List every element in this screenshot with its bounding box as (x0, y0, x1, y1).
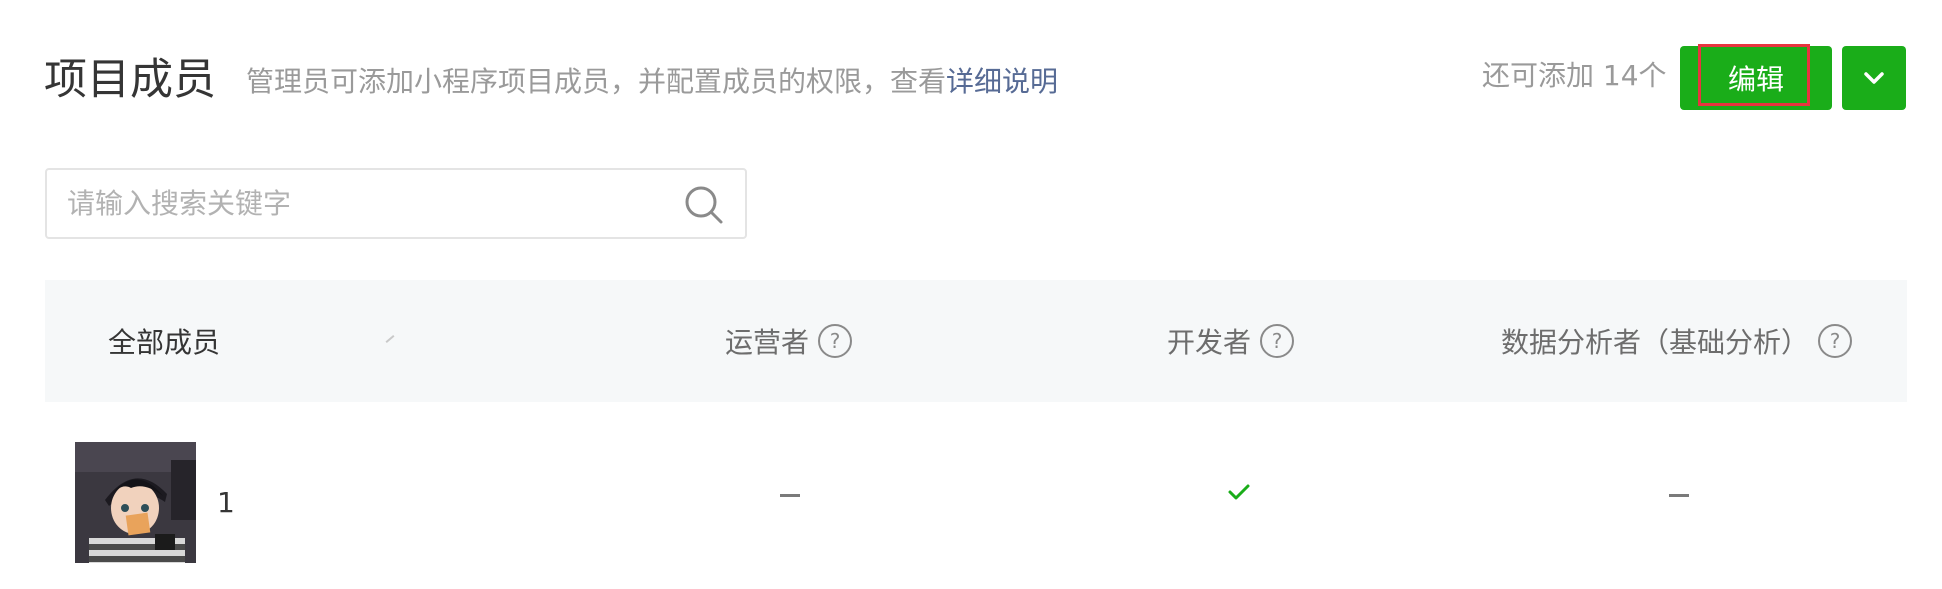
operator-dash (780, 494, 800, 497)
svg-text:?: ? (1830, 329, 1841, 353)
help-icon[interactable]: ? (817, 323, 853, 359)
project-members-page: 项目成员 管理员可添加小程序项目成员，并配置成员的权限，查看详细说明 还可添加 … (0, 0, 1942, 589)
search-input[interactable] (67, 170, 667, 237)
description-text: 管理员可添加小程序项目成员，并配置成员的权限，查看 (246, 65, 947, 98)
column-operator-label: 运营者 (725, 326, 810, 359)
members-table-header: 全部成员 运营者 ? 开发者 ? 数据分析者（基础分析） ? (45, 280, 1907, 402)
details-link[interactable]: 详细说明 (946, 65, 1058, 98)
page-title: 项目成员 (44, 55, 216, 105)
chevron-down-icon (1864, 72, 1884, 84)
avatar (75, 442, 196, 563)
search-box (45, 168, 747, 239)
svg-text:?: ? (830, 329, 841, 353)
checkmark-icon (1228, 484, 1250, 500)
column-operator: 运营者 ? (725, 280, 853, 402)
more-options-button[interactable] (1842, 46, 1906, 110)
member-name: 1 (217, 486, 235, 519)
search-icon[interactable] (683, 184, 725, 230)
column-data-analyst: 数据分析者（基础分析） ? (1501, 280, 1853, 402)
column-all-members[interactable]: 全部成员 (108, 280, 220, 402)
column-developer: 开发者 ? (1167, 280, 1295, 402)
data-analyst-dash (1669, 494, 1689, 497)
member-quota: 还可添加 14个 (1482, 59, 1667, 92)
svg-text:?: ? (1272, 329, 1283, 353)
column-developer-label: 开发者 (1167, 326, 1252, 359)
column-data-analyst-label: 数据分析者（基础分析） (1501, 326, 1810, 359)
help-icon[interactable]: ? (1259, 323, 1295, 359)
help-icon[interactable]: ? (1817, 323, 1853, 359)
table-row: 1 (45, 402, 1907, 589)
edit-button-label: 编辑 (1727, 63, 1784, 96)
edit-button[interactable]: 编辑 (1680, 44, 1832, 110)
page-description: 管理员可添加小程序项目成员，并配置成员的权限，查看详细说明 (246, 62, 1058, 102)
sort-indicator-icon (385, 335, 395, 343)
